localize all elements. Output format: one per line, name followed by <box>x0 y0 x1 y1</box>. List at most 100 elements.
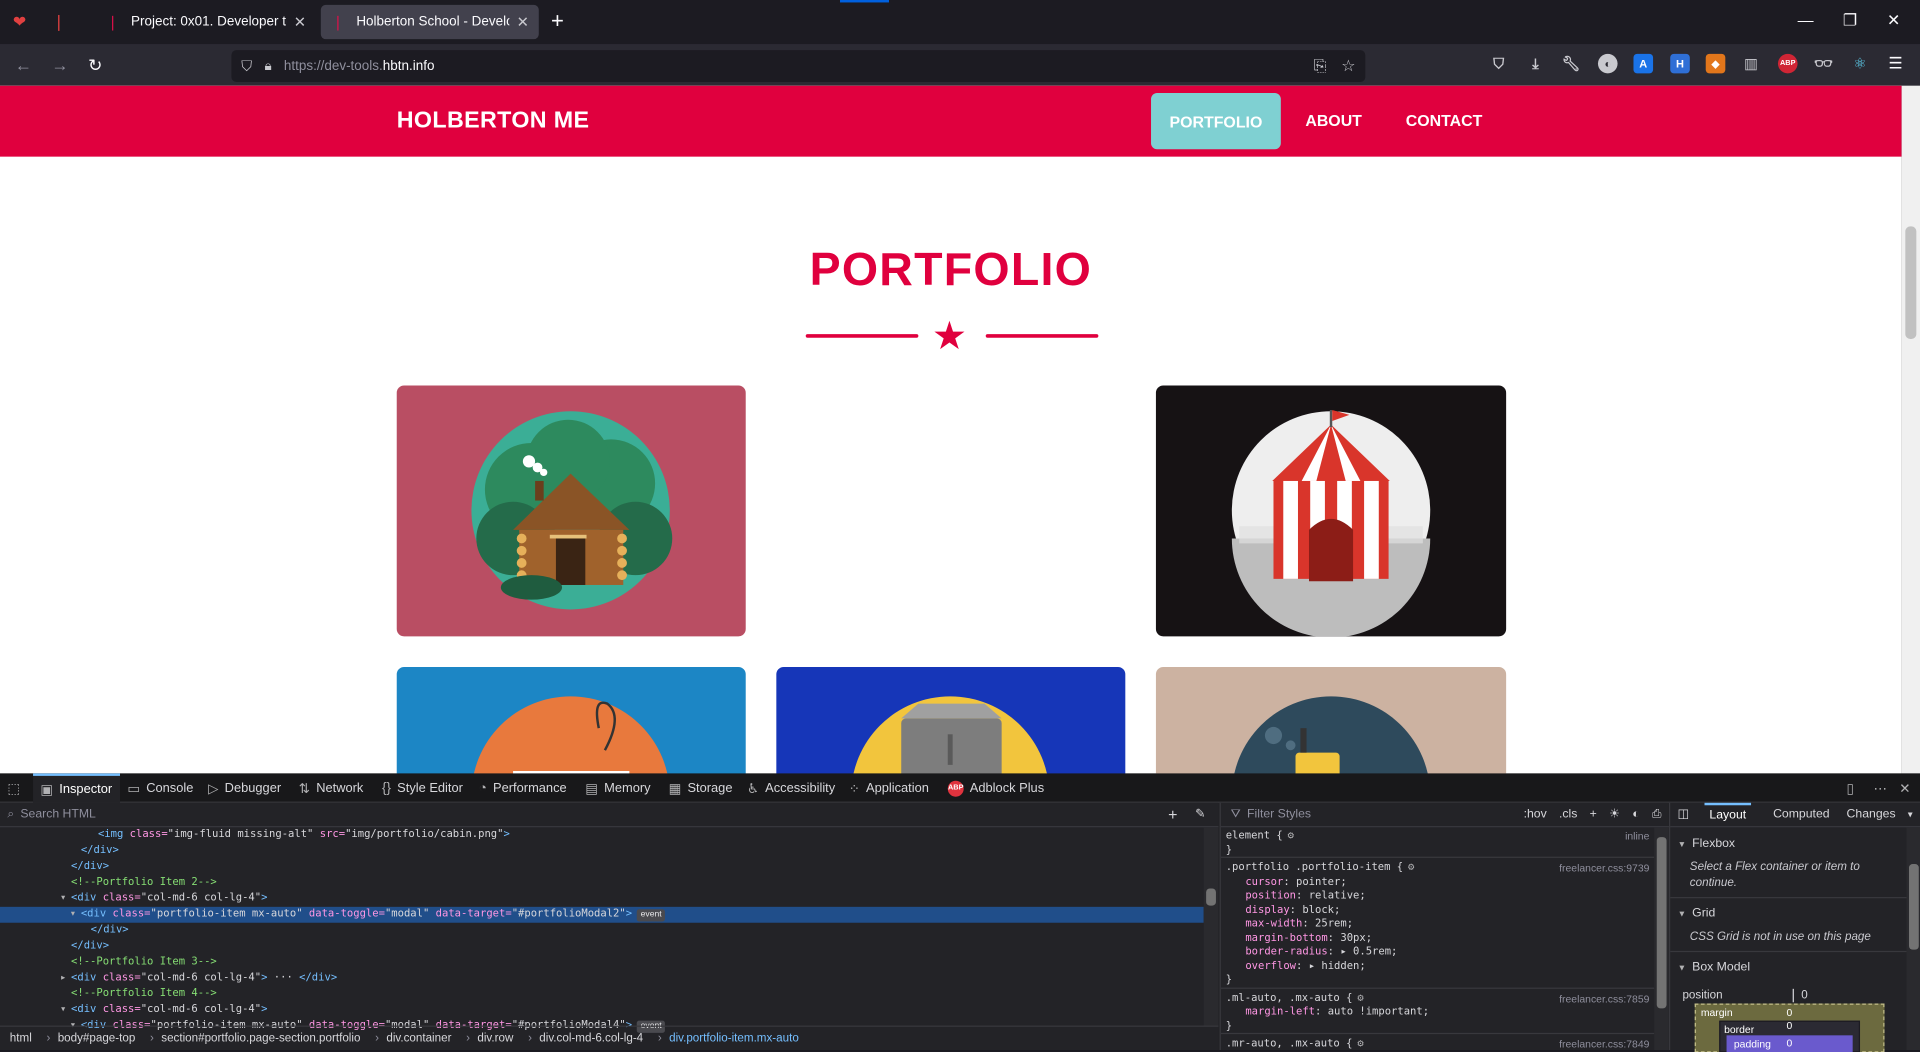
portfolio-item-submarine[interactable] <box>1155 666 1507 774</box>
border-value[interactable]: 0 <box>1787 1019 1793 1031</box>
css-property-value[interactable]: : 30px; <box>1328 932 1372 944</box>
breadcrumb-item[interactable]: div.portfolio-item.mx-auto <box>669 1032 799 1045</box>
html-node-line[interactable]: </div> <box>0 939 1204 955</box>
css-property-name[interactable]: margin-left <box>1245 1006 1315 1018</box>
nav-portfolio[interactable]: PORTFOLIO <box>1151 93 1281 150</box>
tab-changes[interactable]: Changes <box>1847 803 1896 827</box>
tab-memory[interactable]: ▤ Memory <box>585 773 650 802</box>
close-tab-icon[interactable]: ✕ <box>517 13 529 30</box>
box-position-value[interactable]: 0 <box>1792 988 1808 1003</box>
breadcrumb-item[interactable]: div.col-md-6.col-lg-4 <box>539 1032 643 1045</box>
css-declaration[interactable]: display: block; <box>1245 904 1340 918</box>
css-property-name[interactable]: display <box>1245 904 1289 916</box>
url-text[interactable]: https://dev-tools.hbtn.info <box>284 59 435 74</box>
css-selector[interactable]: .portfolio .portfolio-item {⚙ <box>1226 862 1415 876</box>
html-node-line[interactable]: ▾ <div class="col-md-6 col-lg-4"> <box>0 891 1204 907</box>
adblock-plus-icon[interactable]: ABP <box>1777 53 1798 74</box>
element-picker-icon[interactable]: ⬚ <box>7 773 26 802</box>
css-property-name[interactable]: cursor <box>1245 876 1283 888</box>
cls-toggle[interactable]: .cls <box>1559 808 1577 821</box>
reload-icon[interactable]: ↻ <box>88 55 102 76</box>
breadcrumb-item[interactable]: div.row <box>477 1032 513 1045</box>
rules-scrollbar[interactable] <box>1654 827 1669 1051</box>
close-window-icon[interactable]: ✕ <box>1887 11 1900 31</box>
tab-computed[interactable]: Computed <box>1773 803 1829 827</box>
new-tab-button[interactable]: + <box>551 10 564 32</box>
library-icon[interactable]: ▥ <box>1741 54 1761 74</box>
toggle-pane-icon[interactable]: ◫ <box>1678 803 1690 827</box>
tab-holberton-school[interactable]: ❘ Holberton School - Developer t ✕ <box>320 4 539 40</box>
tab-style-editor[interactable]: {} Style Editor <box>382 773 463 802</box>
tab-console[interactable]: ▭ Console <box>127 773 193 802</box>
breadcrumb-item[interactable]: div.container <box>386 1032 451 1045</box>
rule-source-link[interactable]: freelancer.css:7849 <box>1559 1038 1649 1050</box>
holberton-extension-icon[interactable]: H <box>1670 53 1690 74</box>
css-property-value[interactable]: : relative; <box>1296 890 1366 902</box>
search-html-input[interactable]: ⌕ Search HTML + ✎ <box>0 803 1219 828</box>
css-property-value[interactable]: : ▸ hidden; <box>1296 960 1366 972</box>
menu-icon[interactable]: ☰ <box>1886 54 1906 74</box>
url-bar[interactable]: ⛉ 🔒︎ https://dev-tools.hbtn.info ⎘ ☆ <box>231 50 1366 82</box>
html-node-line[interactable]: </div> <box>0 923 1204 939</box>
markup-scrollbar[interactable] <box>1203 827 1219 1026</box>
close-devtools-icon[interactable]: ✕ <box>1899 773 1916 802</box>
rule-source-link[interactable]: freelancer.css:7859 <box>1559 992 1649 1004</box>
css-selector[interactable]: .mr-auto, .mx-auto {⚙ <box>1226 1038 1364 1050</box>
forward-icon[interactable]: → <box>51 55 68 75</box>
devtools-menu-icon[interactable]: ⋯ <box>1873 773 1893 802</box>
css-property-value[interactable]: : ▸ 0.5rem; <box>1328 946 1398 958</box>
css-property-name[interactable]: max-width <box>1245 918 1302 930</box>
margin-value[interactable]: 0 <box>1787 1006 1793 1018</box>
html-node-line[interactable]: </div> <box>0 859 1204 875</box>
eyedropper-icon[interactable]: ✎ <box>1195 808 1205 821</box>
css-declaration[interactable]: margin-bottom: 30px; <box>1245 932 1372 946</box>
tab-project-developer-tools[interactable]: ❘ Project: 0x01. Developer tools | I ✕ <box>96 5 316 39</box>
metamask-icon[interactable]: ◆ <box>1705 53 1726 74</box>
tab-performance[interactable]: ◔ Performance <box>479 773 567 802</box>
close-tab-icon[interactable]: ✕ <box>294 13 306 30</box>
html-tree[interactable]: <img class="img-fluid missing-alt" src="… <box>0 827 1204 1033</box>
pocket-pinned-tab-icon[interactable]: ❤ <box>7 10 31 34</box>
event-badge[interactable]: event <box>636 909 666 922</box>
wrench-icon[interactable]: 🔧︎ <box>1561 54 1581 74</box>
box-model-section-header[interactable]: ▼ Box Model <box>1678 961 1750 974</box>
chevron-down-icon[interactable]: ▾ <box>1908 803 1913 827</box>
pocket-icon[interactable]: ⛉ <box>1489 54 1509 74</box>
layout-scrollbar[interactable] <box>1906 827 1920 1051</box>
padding-value[interactable]: 0 <box>1787 1037 1793 1049</box>
css-property-value[interactable]: : block; <box>1290 904 1341 916</box>
rules-scrollbar-thumb[interactable] <box>1656 837 1667 1009</box>
portfolio-item-cabin[interactable] <box>396 385 746 637</box>
add-rule-icon[interactable]: + <box>1590 808 1597 821</box>
tab-adblock-plus[interactable]: ABP Adblock Plus <box>947 773 1044 802</box>
downloads-icon[interactable]: ⤓ <box>1526 54 1546 74</box>
html-node-line[interactable]: </div> <box>0 843 1204 859</box>
css-selector[interactable]: .ml-auto, .mx-auto {⚙ <box>1226 992 1364 1006</box>
spy-glasses-icon[interactable]: 👓︎ <box>1813 54 1833 74</box>
gear-icon[interactable]: ⚙ <box>1357 992 1363 1004</box>
html-node-line[interactable]: ▾ <div class="col-md-6 col-lg-4"> <box>0 1002 1204 1018</box>
translate-extension-icon[interactable]: A <box>1633 53 1654 74</box>
html-node-line[interactable]: <!--Portfolio Item 4--> <box>0 986 1204 1002</box>
breadcrumb-item[interactable]: html <box>10 1032 32 1045</box>
tab-application[interactable]: ⁘ Application <box>849 773 929 802</box>
css-property-value[interactable]: : 25rem; <box>1302 918 1353 930</box>
holberton-pinned-tab-icon[interactable]: ❘ <box>47 10 71 34</box>
html-node-line[interactable]: <!--Portfolio Item 2--> <box>0 875 1204 891</box>
markup-scrollbar-thumb[interactable] <box>1206 888 1216 906</box>
rule-source-link[interactable]: inline <box>1625 830 1649 842</box>
layout-scrollbar-thumb[interactable] <box>1908 864 1919 950</box>
hov-toggle[interactable]: :hov <box>1524 808 1547 821</box>
nav-contact[interactable]: CONTACT <box>1406 111 1483 129</box>
css-property-name[interactable]: overflow <box>1245 960 1296 972</box>
breadcrumb-item[interactable]: body#page-top <box>58 1032 136 1045</box>
css-property-name[interactable]: margin-bottom <box>1245 932 1327 944</box>
css-property-value[interactable]: : auto !important; <box>1315 1006 1429 1018</box>
tab-network[interactable]: ⇅ Network <box>299 773 364 802</box>
expand-node-icon[interactable]: ▸ <box>60 970 66 986</box>
flexbox-section-header[interactable]: ▼ Flexbox <box>1678 837 1735 850</box>
css-property-value[interactable]: : pointer; <box>1283 876 1346 888</box>
filter-styles-input[interactable]: ⛛ Filter Styles :hov .cls + ☀ ◐ ⎙ <box>1220 803 1669 828</box>
tracking-shield-icon[interactable]: ⛉ <box>241 57 252 75</box>
css-declaration[interactable]: border-radius: ▸ 0.5rem; <box>1245 946 1397 960</box>
